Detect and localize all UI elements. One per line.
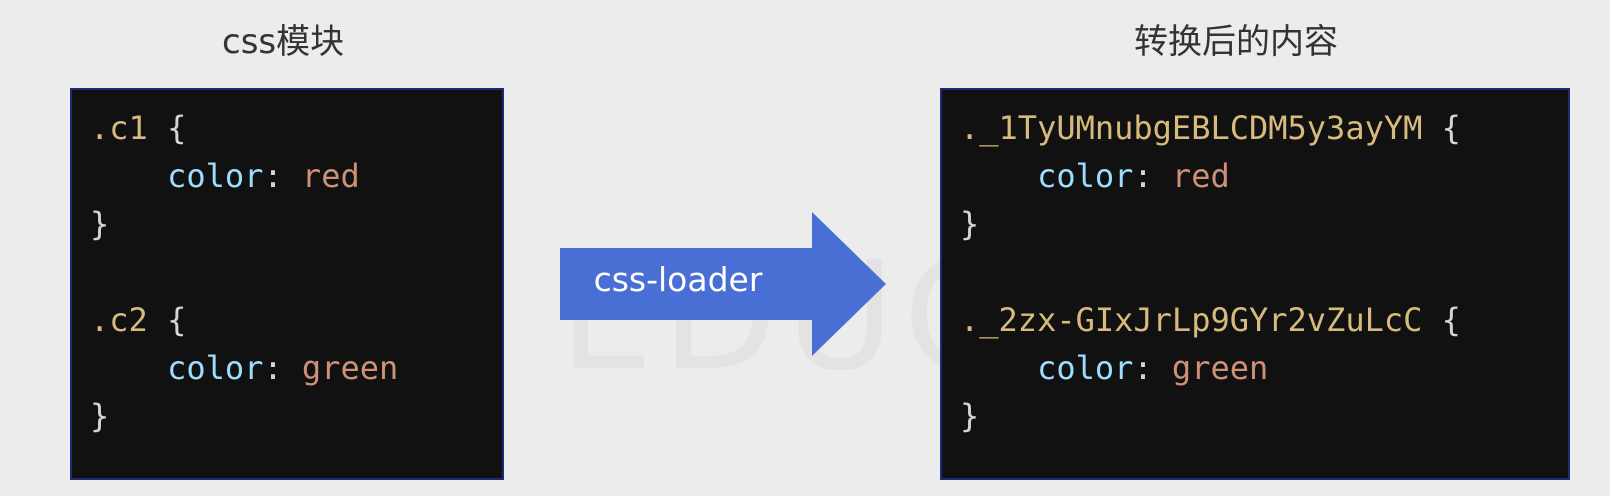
- colon: :: [263, 349, 283, 387]
- code-property: color: [1037, 349, 1134, 387]
- code-selector: .c1: [90, 109, 148, 147]
- left-title: css模块: [222, 22, 345, 62]
- css-loader-label: css-loader: [593, 260, 763, 299]
- code-property: color: [1037, 157, 1134, 195]
- code-line: .c2 {: [90, 296, 502, 344]
- open-brace: {: [1441, 301, 1461, 339]
- close-brace: }: [960, 397, 980, 435]
- code-property: color: [167, 349, 264, 387]
- code-line: color: green: [90, 344, 502, 392]
- colon: :: [263, 157, 283, 195]
- code-value: red: [301, 157, 360, 195]
- right-title: 转换后的内容: [1134, 22, 1338, 62]
- code-line: color: red: [960, 152, 1568, 200]
- colon: :: [1133, 349, 1153, 387]
- code-value: green: [1171, 349, 1269, 387]
- code-selector: ._2zx-GIxJrLp9GYr2vZuLcC: [960, 301, 1423, 339]
- code-line: .c1 {: [90, 104, 502, 152]
- code-line: }: [90, 200, 502, 248]
- code-line: color: green: [960, 344, 1568, 392]
- code-value: red: [1171, 157, 1230, 195]
- close-brace: }: [960, 205, 980, 243]
- code-line: }: [960, 200, 1568, 248]
- code-line: }: [90, 392, 502, 440]
- css-module-code-panel: .c1 { color: red } .c2 { color: green }: [70, 88, 504, 480]
- open-brace: {: [167, 301, 187, 339]
- colon: :: [1133, 157, 1153, 195]
- code-property: color: [167, 157, 264, 195]
- code-selector: .c2: [90, 301, 148, 339]
- code-selector: ._1TyUMnubgEBLCDM5y3ayYM: [960, 109, 1423, 147]
- code-line: color: red: [90, 152, 502, 200]
- code-line: ._1TyUMnubgEBLCDM5y3ayYM {: [960, 104, 1568, 152]
- close-brace: }: [90, 205, 110, 243]
- close-brace: }: [90, 397, 110, 435]
- code-line: ._2zx-GIxJrLp9GYr2vZuLcC {: [960, 296, 1568, 344]
- converted-code-panel: ._1TyUMnubgEBLCDM5y3ayYM { color: red } …: [940, 88, 1570, 480]
- open-brace: {: [1441, 109, 1461, 147]
- open-brace: {: [167, 109, 187, 147]
- code-value: green: [301, 349, 399, 387]
- code-line: }: [960, 392, 1568, 440]
